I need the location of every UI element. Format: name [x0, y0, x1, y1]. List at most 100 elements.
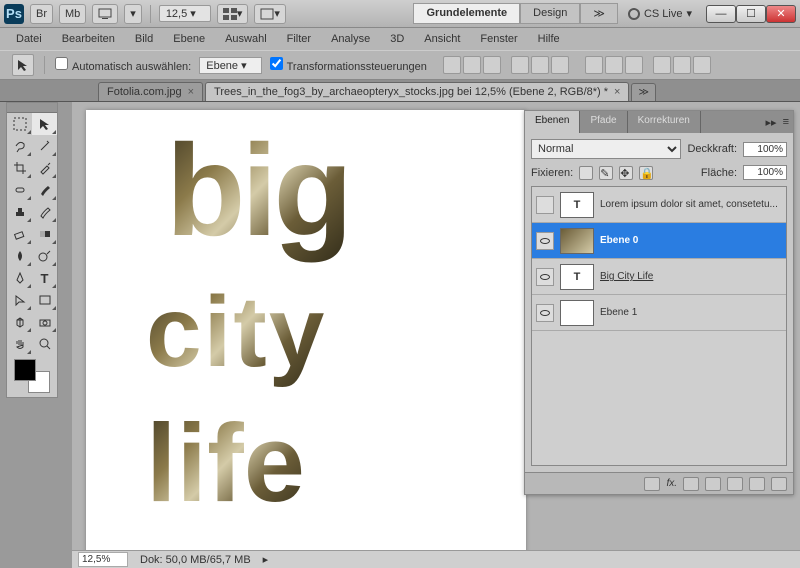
layer-name[interactable]: Ebene 0	[600, 235, 638, 246]
visibility-toggle[interactable]	[536, 304, 554, 322]
auto-select-checkbox[interactable]: Automatisch auswählen:	[55, 57, 191, 73]
brush-tool[interactable]	[32, 179, 57, 201]
panel-tab-pfade[interactable]: Pfade	[580, 111, 627, 133]
mask-icon[interactable]	[683, 477, 699, 491]
panel-menu-icon[interactable]: ≡	[783, 116, 789, 128]
zoom-select[interactable]: 12,5 ▾	[159, 5, 211, 22]
panel-collapse-icon[interactable]: ▸▸	[766, 116, 777, 129]
layer-name[interactable]: Big City Life	[600, 271, 653, 282]
eyedropper-tool[interactable]	[32, 157, 57, 179]
fill-input[interactable]	[743, 165, 787, 180]
marquee-tool[interactable]	[7, 113, 32, 135]
align-icon[interactable]	[511, 56, 529, 74]
layer-name[interactable]: Lorem ipsum dolor sit amet, consetetu...	[600, 199, 778, 210]
viewmode-button[interactable]	[92, 4, 118, 24]
menu-hilfe[interactable]: Hilfe	[530, 30, 568, 48]
wand-tool[interactable]	[32, 135, 57, 157]
lock-pixels-icon[interactable]: ✎	[599, 166, 613, 180]
doc-tab-active[interactable]: Trees_in_the_fog3_by_archaeopteryx_stock…	[205, 82, 629, 101]
fx-icon[interactable]: fx.	[666, 478, 677, 489]
transform-controls-checkbox[interactable]: Transformationssteuerungen	[270, 57, 427, 73]
close-icon[interactable]: ×	[188, 86, 194, 98]
doc-tab[interactable]: Fotolia.com.jpg×	[98, 82, 203, 101]
new-layer-icon[interactable]	[749, 477, 765, 491]
artboard[interactable]: big city Life	[86, 110, 526, 550]
layer-thumb[interactable]: T	[560, 264, 594, 290]
bridge-button[interactable]: Br	[30, 4, 53, 24]
pen-tool[interactable]	[7, 267, 32, 289]
adjustment-icon[interactable]	[705, 477, 721, 491]
visibility-toggle[interactable]	[536, 196, 554, 214]
maximize-button[interactable]: ☐	[736, 5, 766, 23]
shape-tool[interactable]	[32, 289, 57, 311]
crop-tool[interactable]	[7, 157, 32, 179]
distribute-icon[interactable]	[693, 56, 711, 74]
workspace-more[interactable]: ≫	[580, 3, 618, 24]
cs-live[interactable]: CS Live ▾	[628, 7, 692, 20]
gradient-tool[interactable]	[32, 223, 57, 245]
menu-filter[interactable]: Filter	[279, 30, 319, 48]
menu-ebene[interactable]: Ebene	[165, 30, 213, 48]
move-tool[interactable]	[32, 113, 57, 135]
distribute-icon[interactable]	[673, 56, 691, 74]
minibridge-button[interactable]: Mb	[59, 4, 86, 24]
visibility-toggle[interactable]	[536, 268, 554, 286]
minimize-button[interactable]: —	[706, 5, 736, 23]
folder-icon[interactable]	[727, 477, 743, 491]
extras-button[interactable]: ▾	[124, 4, 142, 24]
tabs-overflow[interactable]: ≫	[631, 83, 655, 101]
status-arrow-icon[interactable]: ▸	[263, 553, 269, 566]
camera-tool[interactable]	[32, 311, 57, 333]
eraser-tool[interactable]	[7, 223, 32, 245]
toolbox-grip[interactable]	[7, 103, 57, 113]
3d-tool[interactable]	[7, 311, 32, 333]
blend-mode-select[interactable]: Normal	[531, 139, 681, 159]
menu-fenster[interactable]: Fenster	[472, 30, 525, 48]
color-swatches[interactable]	[14, 359, 50, 393]
lock-pos-icon[interactable]: ✥	[619, 166, 633, 180]
align-icon[interactable]	[551, 56, 569, 74]
fg-color[interactable]	[14, 359, 36, 381]
close-icon[interactable]: ×	[614, 86, 620, 98]
layer-row[interactable]: T Lorem ipsum dolor sit amet, consetetu.…	[532, 187, 786, 223]
menu-bearbeiten[interactable]: Bearbeiten	[54, 30, 123, 48]
type-tool[interactable]: T	[32, 267, 57, 289]
menu-datei[interactable]: Datei	[8, 30, 50, 48]
distribute-icon[interactable]	[653, 56, 671, 74]
close-button[interactable]: ✕	[766, 5, 796, 23]
menu-analyse[interactable]: Analyse	[323, 30, 378, 48]
hand-tool[interactable]	[7, 333, 32, 355]
menu-ansicht[interactable]: Ansicht	[416, 30, 468, 48]
zoom-tool[interactable]	[32, 333, 57, 355]
lock-all-icon[interactable]: 🔒	[639, 166, 653, 180]
dodge-tool[interactable]	[32, 245, 57, 267]
layer-row-selected[interactable]: Ebene 0	[532, 223, 786, 259]
layer-row[interactable]: T Big City Life	[532, 259, 786, 295]
align-icon[interactable]	[483, 56, 501, 74]
layer-list[interactable]: T Lorem ipsum dolor sit amet, consetetu.…	[531, 186, 787, 466]
lasso-tool[interactable]	[7, 135, 32, 157]
arrange-button[interactable]: ▾	[217, 4, 249, 24]
panel-tab-ebenen[interactable]: Ebenen	[525, 111, 580, 133]
heal-tool[interactable]	[7, 179, 32, 201]
link-icon[interactable]	[644, 477, 660, 491]
path-select-tool[interactable]	[7, 289, 32, 311]
layer-row[interactable]: Ebene 1	[532, 295, 786, 331]
menu-3d[interactable]: 3D	[382, 30, 412, 48]
zoom-input[interactable]	[78, 552, 128, 567]
workspace-tab-design[interactable]: Design	[520, 3, 580, 24]
visibility-toggle[interactable]	[536, 232, 554, 250]
align-icon[interactable]	[463, 56, 481, 74]
distribute-icon[interactable]	[585, 56, 603, 74]
lock-trans-icon[interactable]	[579, 166, 593, 180]
layer-name[interactable]: Ebene 1	[600, 307, 637, 318]
workspace-tab-active[interactable]: Grundelemente	[413, 3, 520, 24]
history-brush-tool[interactable]	[32, 201, 57, 223]
distribute-icon[interactable]	[605, 56, 623, 74]
align-icon[interactable]	[531, 56, 549, 74]
auto-select-target[interactable]: Ebene ▾	[199, 57, 261, 74]
layer-thumb[interactable]: T	[560, 192, 594, 218]
menu-bild[interactable]: Bild	[127, 30, 161, 48]
screenmode-button[interactable]: ▾	[254, 4, 286, 24]
opacity-input[interactable]	[743, 142, 787, 157]
